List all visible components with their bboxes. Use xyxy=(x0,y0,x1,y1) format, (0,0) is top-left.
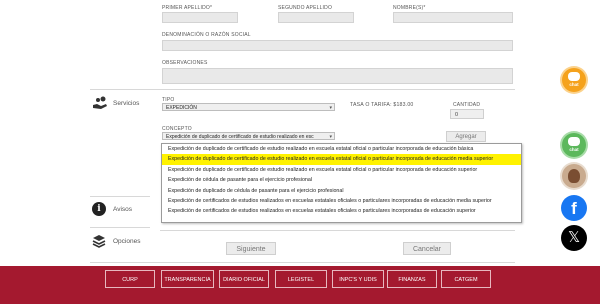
chevron-down-icon: ▾ xyxy=(329,105,332,111)
observaciones-input[interactable] xyxy=(162,68,513,84)
dropdown-option[interactable]: Expedición de certificados de estudios r… xyxy=(162,206,521,216)
avatar-figure-icon xyxy=(568,169,580,183)
segundo-apellido-label: SEGUNDO APELLIDO xyxy=(278,5,333,11)
tipo-select-value: EXPEDICIÓN xyxy=(166,105,197,111)
concepto-select[interactable]: Expedición de duplicado de certificado d… xyxy=(162,132,335,140)
separator xyxy=(90,196,150,197)
cantidad-label: CANTIDAD xyxy=(453,102,481,108)
footer-link-finanzas[interactable]: FINANZAS xyxy=(387,270,437,288)
concepto-select-value: Expedición de duplicado de certificado d… xyxy=(166,134,314,140)
concepto-dropdown-list[interactable]: Expedición de duplicado de certificado d… xyxy=(161,143,522,223)
hand-coins-icon xyxy=(92,96,108,110)
info-icon: i xyxy=(92,202,106,216)
footer-link-catgem[interactable]: CATGEM xyxy=(441,270,491,288)
primer-apellido-input[interactable] xyxy=(162,12,238,23)
chat-bubble-icon xyxy=(568,137,580,146)
separator xyxy=(90,262,515,263)
nombres-label: NOMBRE(S)* xyxy=(393,5,426,11)
denominacion-input[interactable] xyxy=(162,40,513,51)
assistant-avatar[interactable] xyxy=(562,164,586,188)
chat-label: chat xyxy=(569,147,579,152)
footer-link-inpcs-udis[interactable]: INPC'S Y UDIS xyxy=(332,270,384,288)
dropdown-option[interactable]: Expedición de cédula de pasante para el … xyxy=(162,175,521,185)
cantidad-value: 0 xyxy=(455,112,459,118)
chat-button-orange[interactable]: chat xyxy=(562,68,586,92)
sidebar-item-opciones[interactable]: Opciones xyxy=(113,238,140,245)
chevron-down-icon: ▾ xyxy=(329,133,332,140)
cancelar-button[interactable]: Cancelar xyxy=(403,242,451,255)
x-icon[interactable]: 𝕏 xyxy=(561,225,587,251)
chat-button-green[interactable]: chat xyxy=(562,133,586,157)
footer-link-legistel[interactable]: LEGISTEL xyxy=(275,270,327,288)
layers-icon xyxy=(92,234,106,248)
denominacion-label: DENOMINACIÓN O RAZÓN SOCIAL xyxy=(162,32,251,38)
footer-link-transparencia[interactable]: TRANSPARENCIA xyxy=(161,270,214,288)
agregar-button[interactable]: Agregar xyxy=(446,131,486,142)
dropdown-option-selected[interactable]: Expedición de duplicado de certificado d… xyxy=(162,154,521,165)
chat-label: chat xyxy=(569,82,579,87)
footer-link-curp[interactable]: CURP xyxy=(105,270,155,288)
dropdown-option[interactable]: Expedición de duplicado de cédula de pas… xyxy=(162,186,521,196)
observaciones-label: OBSERVACIONES xyxy=(162,60,208,66)
dropdown-option[interactable]: Expedición de certificados de estudios r… xyxy=(162,196,521,206)
chat-bubble-icon xyxy=(568,72,580,81)
dropdown-option[interactable]: Expedición de duplicado de certificado d… xyxy=(162,144,521,154)
facebook-icon[interactable]: f xyxy=(561,195,587,221)
nombres-input[interactable] xyxy=(393,12,513,23)
cantidad-input[interactable]: 0 xyxy=(450,109,484,119)
tipo-select[interactable]: EXPEDICIÓN ▾ xyxy=(162,103,335,111)
separator xyxy=(160,230,515,231)
separator xyxy=(90,227,150,228)
footer-bar: CURP TRANSPARENCIA DIARIO OFICIAL LEGIST… xyxy=(0,266,600,304)
primer-apellido-label: PRIMER APELLIDO* xyxy=(162,5,213,11)
dropdown-option[interactable]: Expedición de duplicado de certificado d… xyxy=(162,165,521,175)
footer-link-diario-oficial[interactable]: DIARIO OFICIAL xyxy=(219,270,269,288)
sidebar-item-servicios[interactable]: Servicios xyxy=(113,100,139,107)
sidebar-item-avisos[interactable]: Avisos xyxy=(113,206,132,213)
tasa-text: TASA O TARIFA: $183.00 xyxy=(350,102,414,108)
siguiente-button[interactable]: Siguiente xyxy=(226,242,276,255)
separator xyxy=(90,89,515,90)
segundo-apellido-input[interactable] xyxy=(278,12,354,23)
